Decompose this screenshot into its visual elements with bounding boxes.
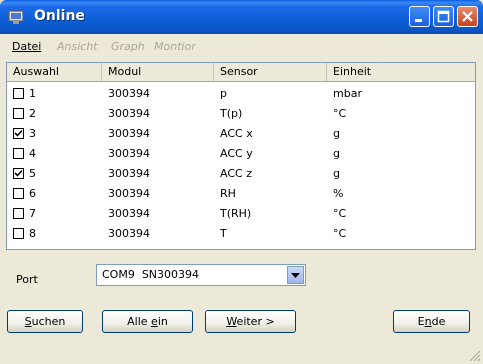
close-icon (462, 11, 473, 22)
ende-button[interactable]: Ende (393, 310, 470, 333)
row-modul: 300394 (108, 107, 150, 120)
row-sensor: ACC z (220, 167, 252, 180)
row-id: 1 (29, 87, 36, 100)
row-modul: 300394 (108, 207, 150, 220)
table-row[interactable]: 1 300394 p mbar (7, 85, 475, 103)
port-label: Port (16, 273, 38, 286)
row-modul: 300394 (108, 167, 150, 180)
row-einheit: g (333, 167, 340, 180)
row-id: 5 (29, 167, 36, 180)
ende-label: Ende (417, 315, 446, 328)
weiter-button[interactable]: Weiter > (205, 310, 296, 333)
row-modul: 300394 (108, 147, 150, 160)
alle-ein-label: Alle ein (127, 315, 168, 328)
maximize-icon (437, 10, 450, 23)
row-einheit: g (333, 127, 340, 140)
column-header-modul[interactable]: Modul (102, 63, 214, 81)
suchen-label: Suchen (24, 315, 66, 328)
port-dropdown-button[interactable] (287, 266, 304, 284)
sensor-list[interactable]: Auswahl Modul Sensor Einheit 1 300394 p … (6, 62, 476, 250)
alle-ein-button[interactable]: Alle ein (102, 310, 193, 333)
row-modul: 300394 (108, 87, 150, 100)
table-row[interactable]: 5 300394 ACC z g (7, 165, 475, 183)
row-checkbox[interactable] (13, 108, 24, 119)
row-id: 2 (29, 107, 36, 120)
row-einheit: °C (333, 107, 347, 120)
row-id: 4 (29, 147, 36, 160)
table-row[interactable]: 3 300394 ACC x g (7, 125, 475, 143)
online-window: Online Datei Ansicht Graph Montior Auswa… (0, 0, 483, 364)
table-row[interactable]: 4 300394 ACC y g (7, 145, 475, 163)
row-sensor: T(RH) (220, 207, 252, 220)
row-checkbox[interactable] (13, 88, 24, 99)
row-modul: 300394 (108, 187, 150, 200)
row-einheit: g (333, 147, 340, 160)
port-select[interactable]: COM9 SN300394 (96, 264, 306, 286)
row-sensor: RH (220, 187, 236, 200)
row-sensor: ACC x (220, 127, 253, 140)
table-row[interactable]: 8 300394 T °C (7, 225, 475, 243)
row-checkbox[interactable] (13, 128, 24, 139)
table-row[interactable]: 6 300394 RH % (7, 185, 475, 203)
row-checkbox[interactable] (13, 208, 24, 219)
list-header: Auswahl Modul Sensor Einheit (7, 63, 475, 82)
checkmark-icon (14, 169, 23, 177)
menu-ansicht[interactable]: Ansicht (57, 40, 98, 53)
minimize-button[interactable] (409, 6, 430, 27)
row-id: 7 (29, 207, 36, 220)
chevron-down-icon (291, 273, 300, 278)
resize-grip-icon[interactable] (469, 350, 481, 362)
row-einheit: mbar (333, 87, 362, 100)
minimize-icon (415, 19, 422, 22)
row-modul: 300394 (108, 227, 150, 240)
row-sensor: ACC y (220, 147, 253, 160)
row-sensor: T(p) (220, 107, 243, 120)
column-header-einheit[interactable]: Einheit (327, 63, 475, 81)
column-header-auswahl[interactable]: Auswahl (7, 63, 102, 81)
close-button[interactable] (457, 6, 478, 27)
window-title: Online (34, 8, 85, 24)
weiter-label: Weiter > (226, 315, 275, 328)
row-checkbox[interactable] (13, 188, 24, 199)
row-sensor: p (220, 87, 227, 100)
row-sensor: T (220, 227, 227, 240)
checkmark-icon (14, 129, 23, 137)
app-icon (8, 10, 24, 24)
title-bar[interactable]: Online (0, 0, 483, 34)
row-id: 6 (29, 187, 36, 200)
column-header-sensor[interactable]: Sensor (214, 63, 327, 81)
row-checkbox[interactable] (13, 148, 24, 159)
menu-graph[interactable]: Graph (111, 40, 145, 53)
menu-datei[interactable]: Datei (12, 40, 41, 53)
table-row[interactable]: 7 300394 T(RH) °C (7, 205, 475, 223)
port-select-value: COM9 SN300394 (102, 268, 200, 281)
row-einheit: % (333, 187, 344, 200)
row-einheit: °C (333, 207, 347, 220)
suchen-button[interactable]: Suchen (7, 310, 83, 333)
menu-bar: Datei Ansicht Graph Montior (2, 36, 481, 58)
row-checkbox[interactable] (13, 228, 24, 239)
menu-montior[interactable]: Montior (154, 40, 196, 53)
table-row[interactable]: 2 300394 T(p) °C (7, 105, 475, 123)
row-id: 3 (29, 127, 36, 140)
maximize-button[interactable] (433, 6, 454, 27)
row-modul: 300394 (108, 127, 150, 140)
row-id: 8 (29, 227, 36, 240)
row-checkbox[interactable] (13, 168, 24, 179)
row-einheit: °C (333, 227, 347, 240)
